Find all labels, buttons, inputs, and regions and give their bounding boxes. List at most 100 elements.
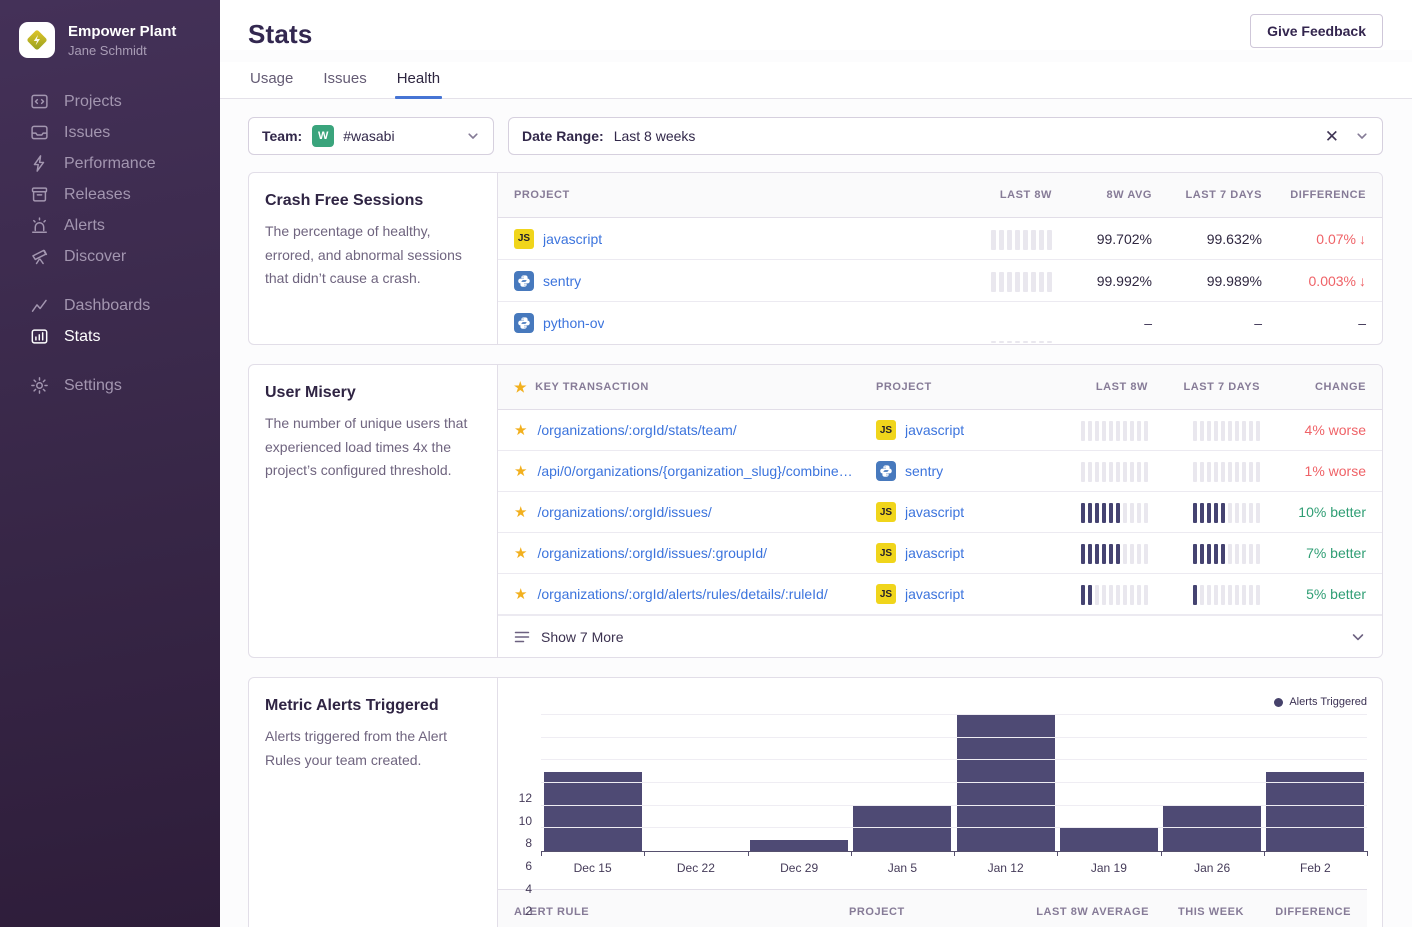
gridline: [541, 759, 1367, 760]
last-7-days-value: –: [1152, 315, 1262, 331]
sparkline-bar: [1221, 544, 1225, 564]
sparkline-bar: [1081, 503, 1085, 523]
star-icon[interactable]: ★: [514, 423, 527, 438]
project-link[interactable]: sentry: [905, 463, 943, 479]
change-value: 7% better: [1260, 545, 1366, 561]
sidebar-item-label: Alerts: [64, 217, 105, 235]
sidebar-item-performance[interactable]: Performance: [0, 148, 220, 179]
sparkline-bar: [1095, 503, 1099, 523]
gridline: [541, 737, 1367, 738]
star-icon[interactable]: ★: [514, 505, 527, 520]
tab-usage[interactable]: Usage: [248, 62, 295, 98]
project-link[interactable]: javascript: [905, 422, 964, 438]
project-link[interactable]: python-ov: [543, 315, 604, 331]
project-link[interactable]: javascript: [905, 504, 964, 520]
transaction-link[interactable]: /organizations/:orgId/alerts/rules/detai…: [537, 586, 827, 602]
give-feedback-button[interactable]: Give Feedback: [1250, 14, 1383, 48]
col-alert-rule: ALERT RULE: [514, 906, 849, 918]
sparkline-bar: [1088, 544, 1092, 564]
sidebar-item-projects[interactable]: Projects: [0, 86, 220, 117]
panel-title: Crash Free Sessions: [265, 192, 481, 210]
alerts-chart-plot: [541, 716, 1367, 852]
team-select[interactable]: Team: W #wasabi: [248, 117, 494, 155]
chart-bar: [750, 840, 848, 851]
user-misery-panel: User Misery The number of unique users t…: [248, 364, 1383, 658]
sparkline-bar: [1102, 421, 1106, 441]
sparkline-bar: [1102, 544, 1106, 564]
sidebar-item-label: Releases: [64, 186, 131, 204]
date-range-select[interactable]: Date Range: Last 8 weeks ✕: [508, 117, 1383, 155]
tab-health[interactable]: Health: [395, 62, 442, 98]
crash-free-table: PROJECT LAST 8W 8W AVG LAST 7 DAYS DIFFE…: [498, 173, 1382, 344]
col-this-week: THIS WEEK: [1149, 906, 1244, 918]
sparkline-bar: [991, 230, 996, 250]
x-axis-tick: [748, 851, 749, 856]
sparkline-bar: [1123, 585, 1127, 605]
y-axis-label: 12: [498, 791, 532, 805]
panel-description: Alerts triggered from the Alert Rules yo…: [265, 725, 481, 772]
org-name: Empower Plant: [68, 23, 176, 40]
org-switcher[interactable]: Empower Plant Jane Schmidt: [0, 22, 220, 58]
project-link[interactable]: javascript: [905, 545, 964, 561]
project-link[interactable]: javascript: [543, 231, 602, 247]
gridline: [541, 782, 1367, 783]
sidebar-item-label: Settings: [64, 377, 122, 395]
transaction-link[interactable]: /api/0/organizations/{organization_slug}…: [537, 463, 852, 479]
star-icon[interactable]: ★: [514, 464, 527, 479]
sparkline-bar: [1023, 272, 1028, 292]
panel-description: The number of unique users that experien…: [265, 412, 481, 483]
sparkline-bar: [1137, 544, 1141, 564]
page-header: Stats Give Feedback: [220, 0, 1412, 50]
show-more-button[interactable]: Show 7 More: [498, 615, 1382, 657]
transaction-link[interactable]: /organizations/:orgId/issues/: [537, 504, 711, 520]
change-value: 5% better: [1260, 586, 1366, 602]
sidebar-item-discover[interactable]: Discover: [0, 241, 220, 272]
sparkline-bar: [1102, 503, 1106, 523]
sparkline-last-8w: [1038, 460, 1148, 482]
sparkline-bar: [1007, 341, 1012, 343]
sidebar-item-issues[interactable]: Issues: [0, 117, 220, 148]
javascript-platform-icon: JS: [876, 502, 896, 522]
star-icon[interactable]: ★: [514, 546, 527, 561]
sparkline-bar: [999, 272, 1004, 292]
tab-issues[interactable]: Issues: [321, 62, 368, 98]
table-row: ★ /organizations/:orgId/issues/ JS javas…: [498, 492, 1382, 533]
transaction-link[interactable]: /organizations/:orgId/stats/team/: [537, 422, 736, 438]
sparkline-bar: [1228, 462, 1232, 482]
sidebar-item-stats[interactable]: Stats: [0, 321, 220, 352]
chevron-down-icon: [1350, 629, 1366, 645]
sparkline-bar: [1200, 503, 1204, 523]
sparkline-bar: [1130, 544, 1134, 564]
gridline: [541, 805, 1367, 806]
transaction-link[interactable]: /organizations/:orgId/issues/:groupId/: [537, 545, 767, 561]
sparkline-bar: [1235, 544, 1239, 564]
sidebar-item-releases[interactable]: Releases: [0, 179, 220, 210]
sparkline-last-7-days: [1148, 583, 1260, 605]
sparkline-bar: [1023, 341, 1028, 343]
col-difference: DIFFERENCE: [1244, 906, 1351, 918]
star-icon[interactable]: ★: [514, 587, 527, 602]
sparkline-bar: [1200, 585, 1204, 605]
chart-bar: [1266, 772, 1364, 851]
difference-value: 0.003%↓: [1262, 273, 1366, 289]
sidebar-item-dashboards[interactable]: Dashboards: [0, 290, 220, 321]
sparkline-bar: [1130, 503, 1134, 523]
sparkline-bar: [1221, 503, 1225, 523]
sidebar-item-alerts[interactable]: Alerts: [0, 210, 220, 241]
settings-icon: [30, 376, 49, 395]
team-select-value: #wasabi: [343, 128, 394, 144]
table-row: python-ov – – –: [498, 302, 1382, 344]
sparkline-bar: [1221, 462, 1225, 482]
sidebar-item-settings[interactable]: Settings: [0, 370, 220, 401]
col-last-8w: LAST 8W: [1038, 381, 1148, 393]
close-icon[interactable]: ✕: [1325, 128, 1339, 145]
sparkline-bar: [1081, 462, 1085, 482]
sparkline-bar: [1123, 462, 1127, 482]
project-link[interactable]: sentry: [543, 273, 581, 289]
chart-legend[interactable]: Alerts Triggered: [1274, 696, 1367, 708]
table-row: ★ /organizations/:orgId/stats/team/ JS j…: [498, 410, 1382, 451]
sparkline-bar: [1221, 585, 1225, 605]
table-row: ★ /organizations/:orgId/alerts/rules/det…: [498, 574, 1382, 615]
project-link[interactable]: javascript: [905, 586, 964, 602]
sparkline-last-8w: [932, 228, 1052, 250]
